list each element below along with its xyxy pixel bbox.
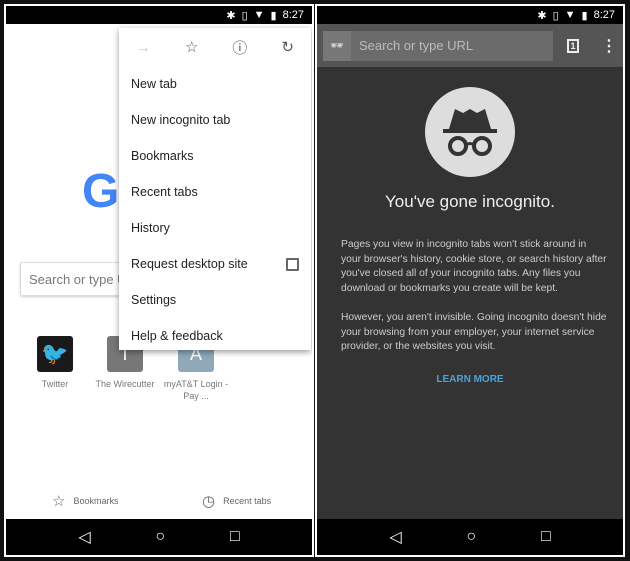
tile-label: The Wirecutter (95, 379, 155, 389)
clock: 8:27 (282, 9, 304, 21)
desktop-site-checkbox[interactable] (286, 257, 299, 271)
incognito-spy-icon (425, 87, 515, 177)
tile-label: myAT&T Login - Pay ... (163, 379, 229, 401)
google-logo: G (82, 165, 120, 218)
vibrate-icon: ▯ (552, 9, 559, 22)
tile-twitter[interactable]: 🐦 Twitter (20, 336, 90, 390)
reload-icon[interactable]: ↻ (281, 38, 294, 56)
forward-icon[interactable]: → (136, 39, 151, 56)
menu-label: Request desktop site (131, 257, 248, 271)
left-phone-screen: ✱ ▯ ▼ ▮ 8:27 G Search or type URL 🐦 Twitter T… (4, 4, 314, 557)
incognito-title: You've gone incognito. (385, 192, 555, 211)
menu-label: New incognito tab (131, 113, 231, 127)
menu-label: History (131, 221, 170, 235)
tab-switcher-button[interactable]: 1 (567, 38, 579, 53)
tile-label: Twitter (41, 379, 69, 389)
info-icon[interactable]: ⓘ (232, 37, 247, 58)
star-icon: ☆ (52, 493, 66, 510)
menu-label: Settings (131, 293, 177, 307)
menu-item-recent-tabs[interactable]: Recent tabs (119, 174, 311, 210)
more-options-icon[interactable]: ⋮ (601, 36, 617, 56)
url-bar[interactable]: 🕶 Search or type URL (323, 30, 553, 61)
menu-item-bookmarks[interactable]: Bookmarks (119, 138, 311, 174)
menu-item-new-tab[interactable]: New tab (119, 66, 311, 102)
clock: 8:27 (593, 9, 615, 21)
menu-icon-row: → ☆ ⓘ ↻ (119, 28, 311, 66)
wifi-icon: ▼ (564, 9, 576, 21)
home-icon[interactable]: ○ (155, 528, 165, 546)
recent-tabs-button[interactable]: ◷ Recent tabs (202, 492, 271, 510)
recents-icon[interactable]: □ (230, 528, 240, 546)
status-bar: ✱ ▯ ▼ ▮ 8:27 (317, 6, 623, 24)
nav-bar: ◁ ○ □ (6, 519, 312, 555)
bookmark-star-icon[interactable]: ☆ (185, 38, 198, 56)
menu-item-new-incognito-tab[interactable]: New incognito tab (119, 102, 311, 138)
new-tab-page: G Search or type URL 🐦 Twitter T The Wirec… (6, 24, 312, 519)
menu-item-help-feedback[interactable]: Help & feedback (119, 318, 311, 354)
recent-tabs-label: Recent tabs (223, 496, 272, 506)
back-icon[interactable]: ◁ (78, 527, 90, 547)
incognito-icon: 🕶 (323, 30, 351, 61)
menu-label: Help & feedback (131, 329, 223, 343)
menu-label: Recent tabs (131, 185, 198, 199)
nav-bar: ◁ ○ □ (317, 519, 623, 555)
incognito-description: Pages you view in incognito tabs won't s… (341, 239, 607, 295)
learn-more-link[interactable]: LEARN MORE (317, 374, 623, 385)
bookmarks-button[interactable]: ☆ Bookmarks (52, 492, 118, 510)
incognito-warning: However, you aren't invisible. Going inc… (341, 312, 607, 353)
url-placeholder: Search or type URL (359, 38, 474, 53)
vibrate-icon: ▯ (241, 9, 248, 22)
overflow-menu: → ☆ ⓘ ↻ New tab New incognito tab Bookmarks… (119, 28, 311, 350)
home-icon[interactable]: ○ (466, 528, 476, 546)
clock-icon: ◷ (202, 493, 216, 510)
status-bar: ✱ ▯ ▼ ▮ 8:27 (6, 6, 312, 24)
twitter-icon: 🐦 (37, 336, 73, 372)
bluetooth-icon: ✱ (537, 9, 547, 22)
menu-label: New tab (131, 77, 177, 91)
bookmarks-label: Bookmarks (73, 496, 119, 506)
back-icon[interactable]: ◁ (389, 527, 401, 547)
incognito-toolbar: 🕶 Search or type URL 1 ⋮ (317, 24, 623, 67)
menu-item-settings[interactable]: Settings (119, 282, 311, 318)
battery-icon: ▮ (270, 9, 277, 22)
menu-item-request-desktop-site[interactable]: Request desktop site (119, 246, 311, 282)
battery-icon: ▮ (581, 9, 588, 22)
bluetooth-icon: ✱ (226, 9, 236, 22)
wifi-icon: ▼ (253, 9, 265, 21)
menu-label: Bookmarks (131, 149, 194, 163)
recents-icon[interactable]: □ (541, 528, 551, 546)
incognito-page: You've gone incognito. Pages you view in… (317, 67, 623, 519)
right-phone-screen: ✱ ▯ ▼ ▮ 8:27 🕶 Search or type URL 1 ⋮ You've … (315, 4, 625, 557)
menu-item-history[interactable]: History (119, 210, 311, 246)
